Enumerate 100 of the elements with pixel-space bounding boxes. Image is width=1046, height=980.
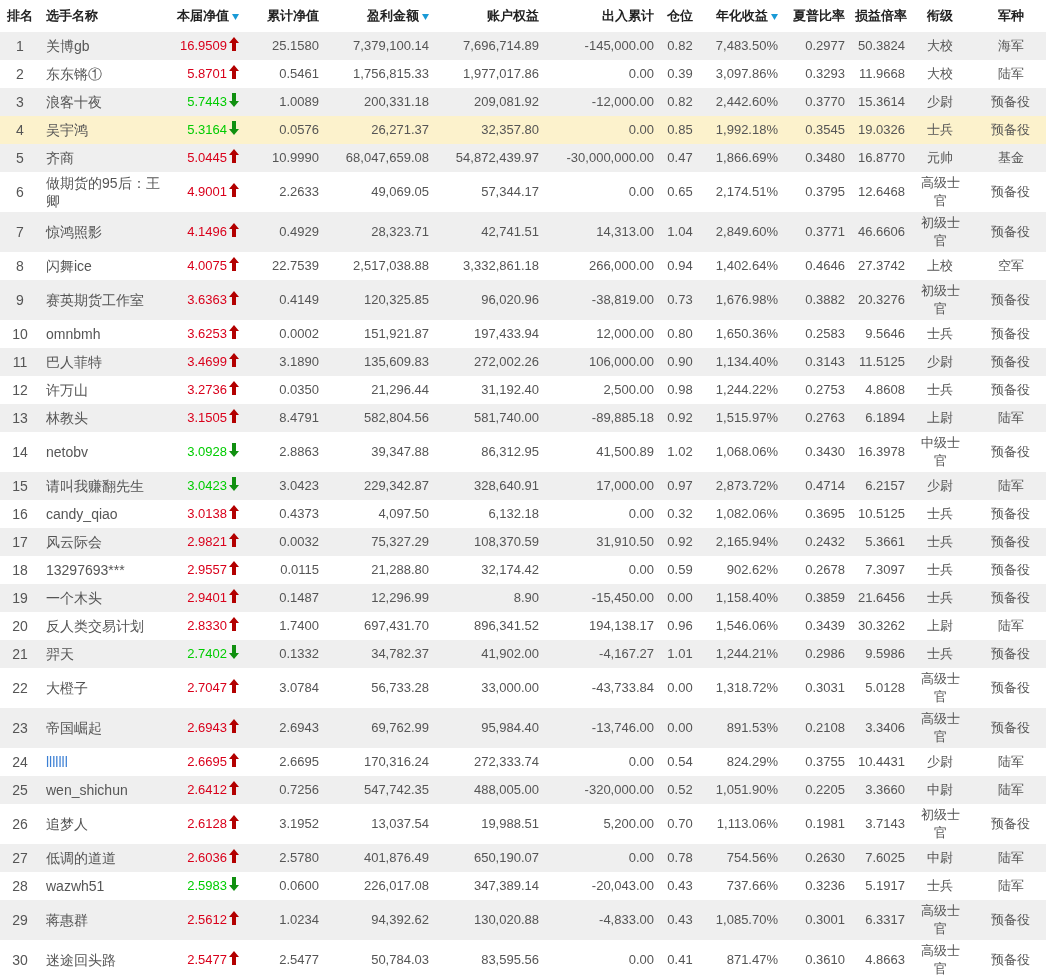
column-header[interactable]: 损益倍率 — [855, 0, 905, 32]
player-name[interactable]: 请叫我赚翻先生 — [40, 472, 165, 500]
player-name[interactable]: 关博gb — [40, 32, 165, 60]
table-row[interactable]: 18 13297693*** 2.9557 0.0115 21,288.80 32,174.42 0.00 0.59 902.62% 0.2678 7.3097 士兵 预备役 — [0, 556, 1046, 584]
player-name[interactable]: wazwh51 — [40, 872, 165, 900]
table-row[interactable]: 5 齐商 5.0445 10.9990 68,047,659.08 54,872,439.97 -30,000,000.00 0.47 1,866.69% 0.3480 16.8770 元帅 基金 — [0, 144, 1046, 172]
net-value: 2.6695 — [187, 754, 227, 769]
sort-down-icon[interactable] — [232, 13, 239, 20]
net-value: 3.6253 — [187, 326, 227, 341]
player-name[interactable]: 做期货的95后：王卿 — [40, 172, 165, 212]
table-row[interactable]: 13 林教头 3.1505 8.4791 582,804.56 581,740.00 -89,885.18 0.92 1,515.97% 0.2763 6.1894 上尉 陆军 — [0, 404, 1046, 432]
sharpe-ratio-cell: 0.2977 — [780, 32, 855, 60]
player-name[interactable]: 追梦人 — [40, 804, 165, 844]
column-header[interactable]: 夏普比率 — [780, 0, 855, 32]
pl-ratio-cell: 46.6606 — [855, 212, 905, 252]
player-name[interactable]: 风云际会 — [40, 528, 165, 556]
player-name[interactable]: netobv — [40, 432, 165, 472]
table-row[interactable]: 26 追梦人 2.6128 3.1952 13,037.54 19,988.51 5,200.00 0.70 1,113.06% 0.1981 3.7143 初级士官 预备役 — [0, 804, 1046, 844]
annual-return-cell: 1,515.97% — [700, 404, 780, 432]
table-row[interactable]: 22 大橙子 2.7047 3.0784 56,733.28 33,000.00 -43,733.84 0.00 1,318.72% 0.3031 5.0128 高级士官 预备役 — [0, 668, 1046, 708]
player-name[interactable]: 羿天 — [40, 640, 165, 668]
table-row[interactable]: 15 请叫我赚翻先生 3.0423 3.0423 229,342.87 328,640.91 17,000.00 0.97 2,873.72% 0.4714 6.2157 少尉 陆军 — [0, 472, 1046, 500]
table-row[interactable]: 6 做期货的95后：王卿 4.9001 2.2633 49,069.05 57,344.17 0.00 0.65 2,174.51% 0.3795 12.6468 高级士官 预备役 — [0, 172, 1046, 212]
table-row[interactable]: 23 帝国崛起 2.6943 2.6943 69,762.99 95,984.40 -13,746.00 0.00 891.53% 0.2108 3.3406 高级士官 预备役 — [0, 708, 1046, 748]
column-header[interactable]: 年化收益 — [700, 0, 780, 32]
pl-ratio-cell: 6.3317 — [855, 900, 905, 940]
player-name[interactable]: 一个木头 — [40, 584, 165, 612]
cumulative-net-value-cell: 2.5477 — [245, 940, 325, 980]
player-name[interactable]: 浪客十夜 — [40, 88, 165, 116]
branch-cell: 陆军 — [975, 844, 1046, 872]
table-row[interactable]: 17 风云际会 2.9821 0.0032 75,327.29 108,370.59 31,910.50 0.92 2,165.94% 0.2432 5.3661 士兵 预备役 — [0, 528, 1046, 556]
table-row[interactable]: 8 闪舞ice 4.0075 22.7539 2,517,038.88 3,332,861.18 266,000.00 0.94 1,402.64% 0.4646 27.3742 上校 空军 — [0, 252, 1046, 280]
table-row[interactable]: 16 candy_qiao 3.0138 0.4373 4,097.50 6,132.18 0.00 0.32 1,082.06% 0.3695 10.5125 士兵 预备役 — [0, 500, 1046, 528]
column-header[interactable]: 排名 — [0, 0, 40, 32]
table-row[interactable]: 20 反人类交易计划 2.8330 1.7400 697,431.70 896,341.52 194,138.17 0.96 1,546.06% 0.3439 30.3262 上尉 陆军 — [0, 612, 1046, 640]
player-name[interactable]: 许万山 — [40, 376, 165, 404]
cumulative-net-value-cell: 2.2633 — [245, 172, 325, 212]
player-name[interactable]: 惊鸿照影 — [40, 212, 165, 252]
player-name[interactable]: 大橙子 — [40, 668, 165, 708]
column-header[interactable]: 出入累计 — [545, 0, 660, 32]
table-row[interactable]: 12 许万山 3.2736 0.0350 21,296.44 31,192.40 2,500.00 0.98 1,244.22% 0.2753 4.8608 士兵 预备役 — [0, 376, 1046, 404]
player-name[interactable]: 蒋惠群 — [40, 900, 165, 940]
table-row[interactable]: 10 omnbmh 3.6253 0.0002 151,921.87 197,433.94 12,000.00 0.80 1,650.36% 0.2583 9.5646 士兵 预备役 — [0, 320, 1046, 348]
table-row[interactable]: 25 wen_shichun 2.6412 0.7256 547,742.35 488,005.00 -320,000.00 0.52 1,051.90% 0.2205 3.3660 中尉 陆军 — [0, 776, 1046, 804]
player-name[interactable]: 13297693*** — [40, 556, 165, 584]
player-name[interactable]: 巴人菲特 — [40, 348, 165, 376]
sort-down-icon[interactable] — [422, 13, 429, 20]
table-row[interactable]: 19 一个木头 2.9401 0.1487 12,296.99 8.90 -15,450.00 0.00 1,158.40% 0.3859 21.6456 士兵 预备役 — [0, 584, 1046, 612]
table-row[interactable]: 4 吴宇鸿 5.3164 0.0576 26,271.37 32,357.80 0.00 0.85 1,992.18% 0.3545 19.0326 士兵 预备役 — [0, 116, 1046, 144]
player-name[interactable]: 帝国崛起 — [40, 708, 165, 748]
player-name[interactable]: 低调的道道 — [40, 844, 165, 872]
rank-cell: 25 — [0, 776, 40, 804]
player-name[interactable]: 迷途回头路 — [40, 940, 165, 980]
cumulative-net-value-cell: 1.0234 — [245, 900, 325, 940]
player-name[interactable]: omnbmh — [40, 320, 165, 348]
table-row[interactable]: 3 浪客十夜 5.7443 1.0089 200,331.18 209,081.92 -12,000.00 0.82 2,442.60% 0.3770 15.3614 少尉 预备役 — [0, 88, 1046, 116]
column-header[interactable]: 盈利金额 — [325, 0, 435, 32]
table-row[interactable]: 24 lllllll 2.6695 2.6695 170,316.24 272,333.74 0.00 0.54 824.29% 0.3755 10.4431 少尉 陆军 — [0, 748, 1046, 776]
branch-cell: 预备役 — [975, 556, 1046, 584]
player-name[interactable]: candy_qiao — [40, 500, 165, 528]
player-name[interactable]: 赛英期货工作室 — [40, 280, 165, 320]
flow-cell: 17,000.00 — [545, 472, 660, 500]
column-header[interactable]: 本届净值 — [165, 0, 245, 32]
player-name[interactable]: 林教头 — [40, 404, 165, 432]
sharpe-ratio-cell: 0.3293 — [780, 60, 855, 88]
column-header[interactable]: 军种 — [975, 0, 1046, 32]
equity-cell: 130,020.88 — [435, 900, 545, 940]
player-name[interactable]: 闪舞ice — [40, 252, 165, 280]
sort-down-icon[interactable] — [771, 13, 778, 20]
equity-cell: 41,902.00 — [435, 640, 545, 668]
table-row[interactable]: 21 羿天 2.7402 0.1332 34,782.37 41,902.00 -4,167.27 1.01 1,244.21% 0.2986 9.5986 士兵 预备役 — [0, 640, 1046, 668]
rank-cell: 4 — [0, 116, 40, 144]
annual-return-cell: 891.53% — [700, 708, 780, 748]
flow-cell: -30,000,000.00 — [545, 144, 660, 172]
player-name[interactable]: 东东锵① — [40, 60, 165, 88]
player-name[interactable]: 齐商 — [40, 144, 165, 172]
player-name[interactable]: 吴宇鸿 — [40, 116, 165, 144]
sharpe-ratio-cell: 0.2583 — [780, 320, 855, 348]
sharpe-ratio-cell: 0.3439 — [780, 612, 855, 640]
sharpe-ratio-cell: 0.3771 — [780, 212, 855, 252]
grade-cell: 士兵 — [905, 528, 975, 556]
flow-cell: -12,000.00 — [545, 88, 660, 116]
player-name[interactable]: 反人类交易计划 — [40, 612, 165, 640]
player-name[interactable]: lllllll — [40, 748, 165, 776]
equity-cell: 33,000.00 — [435, 668, 545, 708]
column-header[interactable]: 选手名称 — [40, 0, 165, 32]
profit-cell: 34,782.37 — [325, 640, 435, 668]
column-header[interactable]: 仓位 — [660, 0, 700, 32]
equity-cell: 1,977,017.86 — [435, 60, 545, 88]
player-name[interactable]: wen_shichun — [40, 776, 165, 804]
table-row[interactable]: 27 低调的道道 2.6036 2.5780 401,876.49 650,190.07 0.00 0.78 754.56% 0.2630 7.6025 中尉 陆军 — [0, 844, 1046, 872]
table-row[interactable]: 11 巴人菲特 3.4699 3.1890 135,609.83 272,002.26 106,000.00 0.90 1,134.40% 0.3143 11.5125 少尉 预备役 — [0, 348, 1046, 376]
column-header[interactable]: 账户权益 — [435, 0, 545, 32]
table-row[interactable]: 14 netobv 3.0928 2.8863 39,347.88 86,312.95 41,500.89 1.02 1,068.06% 0.3430 16.3978 中级士官 预备役 — [0, 432, 1046, 472]
table-row[interactable]: 29 蒋惠群 2.5612 1.0234 94,392.62 130,020.88 -4,833.00 0.43 1,085.70% 0.3001 6.3317 高级士官 预备役 — [0, 900, 1046, 940]
column-header[interactable]: 累计净值 — [245, 0, 325, 32]
table-row[interactable]: 28 wazwh51 2.5983 0.0600 226,017.08 347,389.14 -20,043.00 0.43 737.66% 0.3236 5.1917 士兵 陆军 — [0, 872, 1046, 900]
table-row[interactable]: 9 赛英期货工作室 3.6363 0.4149 120,325.85 96,020.96 -38,819.00 0.73 1,676.98% 0.3882 20.3276 初级士官 预备役 — [0, 280, 1046, 320]
table-row[interactable]: 2 东东锵① 5.8701 0.5461 1,756,815.33 1,977,017.86 0.00 0.39 3,097.86% 0.3293 11.9668 大校 陆军 — [0, 60, 1046, 88]
position-cell: 1.01 — [660, 640, 700, 668]
